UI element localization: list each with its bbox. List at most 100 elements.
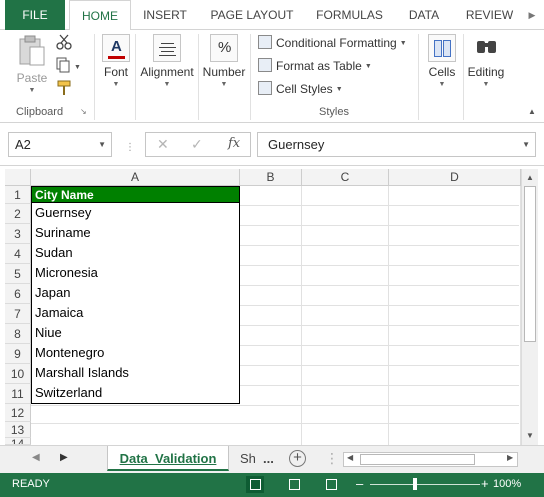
column-header-b[interactable]: B (240, 169, 302, 186)
cell-a7[interactable]: Jamaica (31, 303, 240, 324)
column-header-a[interactable]: A (31, 169, 240, 186)
select-all-corner[interactable] (5, 169, 31, 186)
clipboard-launcher-icon[interactable]: ↘ (80, 107, 87, 116)
formula-input[interactable]: Guernsey ▼ (257, 132, 536, 157)
scroll-up-icon[interactable]: ▲ (526, 173, 534, 182)
row-header[interactable]: 9 (5, 344, 31, 364)
scroll-left-icon[interactable]: ◀ (347, 453, 353, 462)
paste-icon (19, 35, 45, 66)
tab-insert[interactable]: INSERT (138, 0, 192, 30)
cell-a2[interactable]: Guernsey (31, 203, 240, 224)
row-header[interactable]: 3 (5, 224, 31, 244)
scroll-right-icon[interactable]: ▶ (507, 453, 513, 462)
zoom-slider[interactable] (370, 484, 480, 485)
row-header[interactable]: 6 (5, 284, 31, 304)
insert-function-button[interactable]: fx (228, 136, 240, 151)
cell-a4[interactable]: Sudan (31, 243, 240, 264)
horizontal-scroll-thumb[interactable] (360, 454, 475, 465)
tabs-scroll-right-icon[interactable]: ▶ (522, 0, 542, 30)
zoom-in-icon[interactable]: + (481, 476, 489, 491)
number-dropdown-icon: ▼ (220, 81, 228, 88)
zoom-slider-thumb[interactable] (413, 478, 417, 490)
row-header[interactable]: 14 (5, 438, 31, 445)
row-header[interactable]: 10 (5, 364, 31, 384)
row-header[interactable]: 12 (5, 404, 31, 422)
alignment-button[interactable]: Alignment ▼ (138, 34, 196, 88)
chevron-down-icon: ▼ (335, 86, 343, 93)
chevron-down-icon: ▼ (98, 140, 106, 149)
expand-formula-icon[interactable]: ▼ (522, 133, 530, 156)
row-header[interactable]: 1 (5, 186, 31, 204)
cell-a9[interactable]: Montenegro (31, 343, 240, 364)
cell-styles-button[interactable]: Cell Styles ▼ (258, 81, 343, 96)
cell-a8[interactable]: Niue (31, 323, 240, 344)
format-as-table-button[interactable]: Format as Table ▼ (258, 58, 372, 73)
number-button[interactable]: % Number ▼ (201, 34, 247, 88)
tab-formulas[interactable]: FORMULAS (312, 0, 387, 30)
cancel-icon[interactable]: ✕ (157, 136, 169, 153)
zoom-level[interactable]: 100% (493, 478, 521, 490)
vertical-scrollbar[interactable]: ▲ ▼ (521, 169, 538, 445)
collapse-ribbon-icon[interactable]: ▲ (528, 107, 536, 116)
formula-bar: A2 ▼ ⋮ ✕ ✓ fx Guernsey ▼ (0, 124, 544, 166)
page-break-view-button[interactable] (322, 476, 340, 493)
editing-button[interactable]: Editing ▼ (465, 34, 507, 88)
cell-a1[interactable]: City Name (31, 186, 240, 203)
row-header[interactable]: 8 (5, 324, 31, 344)
sheet-tab-bar: ◀ ▶ Data_Validation Sh ... + ⋮ ◀ ▶ (0, 445, 544, 473)
copy-button[interactable]: ▼ (56, 57, 81, 76)
more-sheets-button[interactable]: ... (263, 446, 274, 471)
tab-file[interactable]: FILE (5, 0, 65, 30)
chevron-down-icon: ▼ (364, 63, 372, 70)
enter-icon[interactable]: ✓ (191, 136, 203, 153)
ribbon-tabs: FILE HOME INSERT PAGE LAYOUT FORMULAS DA… (0, 0, 544, 31)
group-separator (418, 34, 419, 120)
page-layout-view-button[interactable] (285, 476, 303, 493)
sheet-next-icon[interactable]: ▶ (60, 452, 68, 463)
page-break-view-icon (326, 479, 337, 490)
paste-button[interactable]: Paste ▼ (14, 34, 50, 94)
status-bar: READY – + 100% (0, 473, 544, 497)
cell-a6[interactable]: Japan (31, 283, 240, 304)
copy-icon: ▼ (56, 57, 81, 73)
name-box[interactable]: A2 ▼ (8, 132, 112, 157)
tab-page-layout[interactable]: PAGE LAYOUT (206, 0, 298, 30)
cell-a3[interactable]: Suriname (31, 223, 240, 244)
cell-a11[interactable]: Switzerland (31, 383, 240, 404)
horizontal-scrollbar[interactable]: ◀ ▶ (343, 452, 518, 467)
vertical-scroll-thumb[interactable] (524, 186, 536, 342)
conditional-formatting-icon (258, 35, 272, 49)
column-header-d[interactable]: D (389, 169, 521, 186)
group-separator (198, 34, 199, 120)
row-header[interactable]: 5 (5, 264, 31, 284)
sheet-tab-data-validation[interactable]: Data_Validation (107, 446, 229, 471)
add-sheet-icon[interactable]: + (289, 450, 306, 467)
sheet-tab-other[interactable]: Sh (240, 446, 260, 471)
zoom-out-icon[interactable]: – (356, 476, 363, 491)
row-header[interactable]: 7 (5, 304, 31, 324)
row-header[interactable]: 2 (5, 204, 31, 224)
conditional-formatting-button[interactable]: Conditional Formatting ▼ (258, 35, 407, 50)
format-painter-button[interactable] (56, 80, 72, 99)
alignment-dropdown-icon: ▼ (163, 81, 171, 88)
scroll-down-icon[interactable]: ▼ (526, 431, 534, 440)
ribbon-home: Paste ▼ ▼ Clipboard ↘ A Font ▼ Alignment… (0, 30, 544, 123)
tab-split-handle-icon[interactable]: ⋮ (325, 450, 339, 467)
normal-view-button[interactable] (246, 476, 264, 493)
tab-review[interactable]: REVIEW (462, 0, 517, 30)
font-button[interactable]: A Font ▼ (98, 34, 134, 88)
tab-data[interactable]: DATA (402, 0, 446, 30)
column-header-c[interactable]: C (302, 169, 389, 186)
cell-a5[interactable]: Micronesia (31, 263, 240, 284)
cell-a10[interactable]: Marshall Islands (31, 363, 240, 384)
row-header[interactable]: 11 (5, 384, 31, 404)
binoculars-icon (472, 34, 500, 62)
sheet-prev-icon[interactable]: ◀ (32, 452, 40, 463)
resize-handle-icon[interactable]: ⋮ (125, 142, 135, 153)
row-header[interactable]: 13 (5, 422, 31, 438)
tab-home[interactable]: HOME (69, 0, 131, 31)
row-header[interactable]: 4 (5, 244, 31, 264)
cut-button[interactable] (56, 34, 72, 53)
cells-button[interactable]: Cells ▼ (424, 34, 460, 88)
conditional-formatting-label: Conditional Formatting (276, 36, 397, 50)
